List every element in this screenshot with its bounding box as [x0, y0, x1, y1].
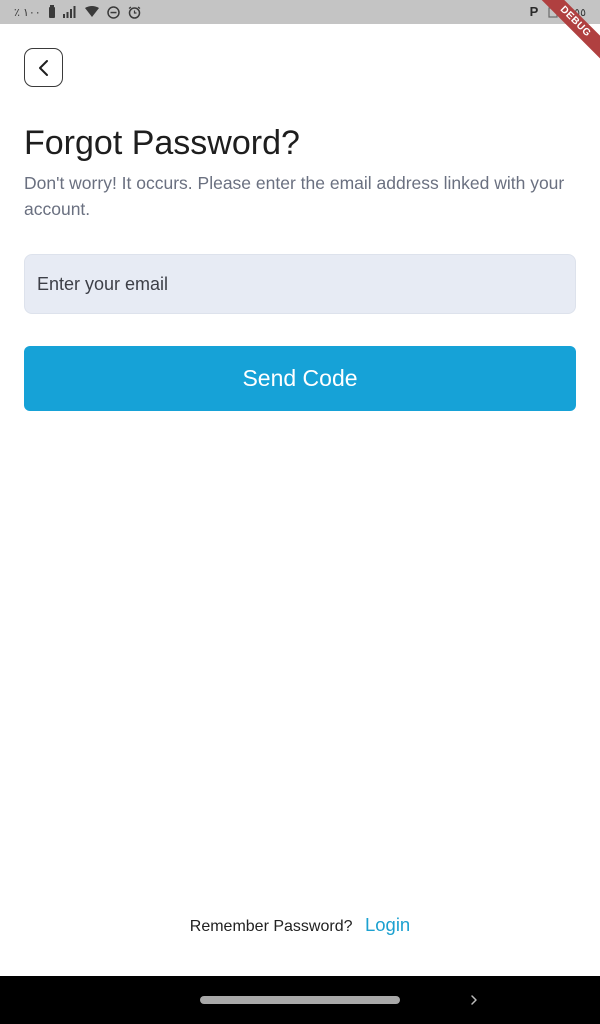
status-bar: ٪ ١٠٠ P: [0, 0, 600, 24]
login-prompt: Remember Password? Login: [0, 914, 600, 936]
chevron-right-icon[interactable]: [468, 992, 480, 1008]
do-not-disturb-icon: [106, 5, 120, 19]
navigation-bar: [0, 976, 600, 1024]
page-subtitle: Don't worry! It occurs. Please enter the…: [24, 173, 565, 219]
alarm-icon: [128, 6, 141, 19]
wifi-icon: [84, 6, 99, 17]
email-field[interactable]: [24, 254, 576, 314]
screen: ٪ ١٠٠ P DEBUG Forgot Password? Don't wor…: [0, 0, 600, 1024]
back-button[interactable]: [24, 48, 63, 87]
remember-password-text: Remember Password?: [189, 918, 353, 935]
home-gesture-handle[interactable]: [200, 996, 400, 1004]
status-bar-left: ٪ ١٠٠: [14, 4, 141, 20]
parking-icon: P: [529, 4, 539, 19]
battery-icon: [48, 4, 55, 18]
chevron-left-icon: [38, 59, 48, 76]
signal-icon: [62, 6, 76, 18]
battery-percent: ٪ ١٠٠: [14, 6, 41, 19]
send-code-button[interactable]: Send Code: [24, 346, 576, 411]
login-link[interactable]: Login: [365, 914, 410, 935]
page-title: Forgot Password?: [24, 124, 300, 162]
